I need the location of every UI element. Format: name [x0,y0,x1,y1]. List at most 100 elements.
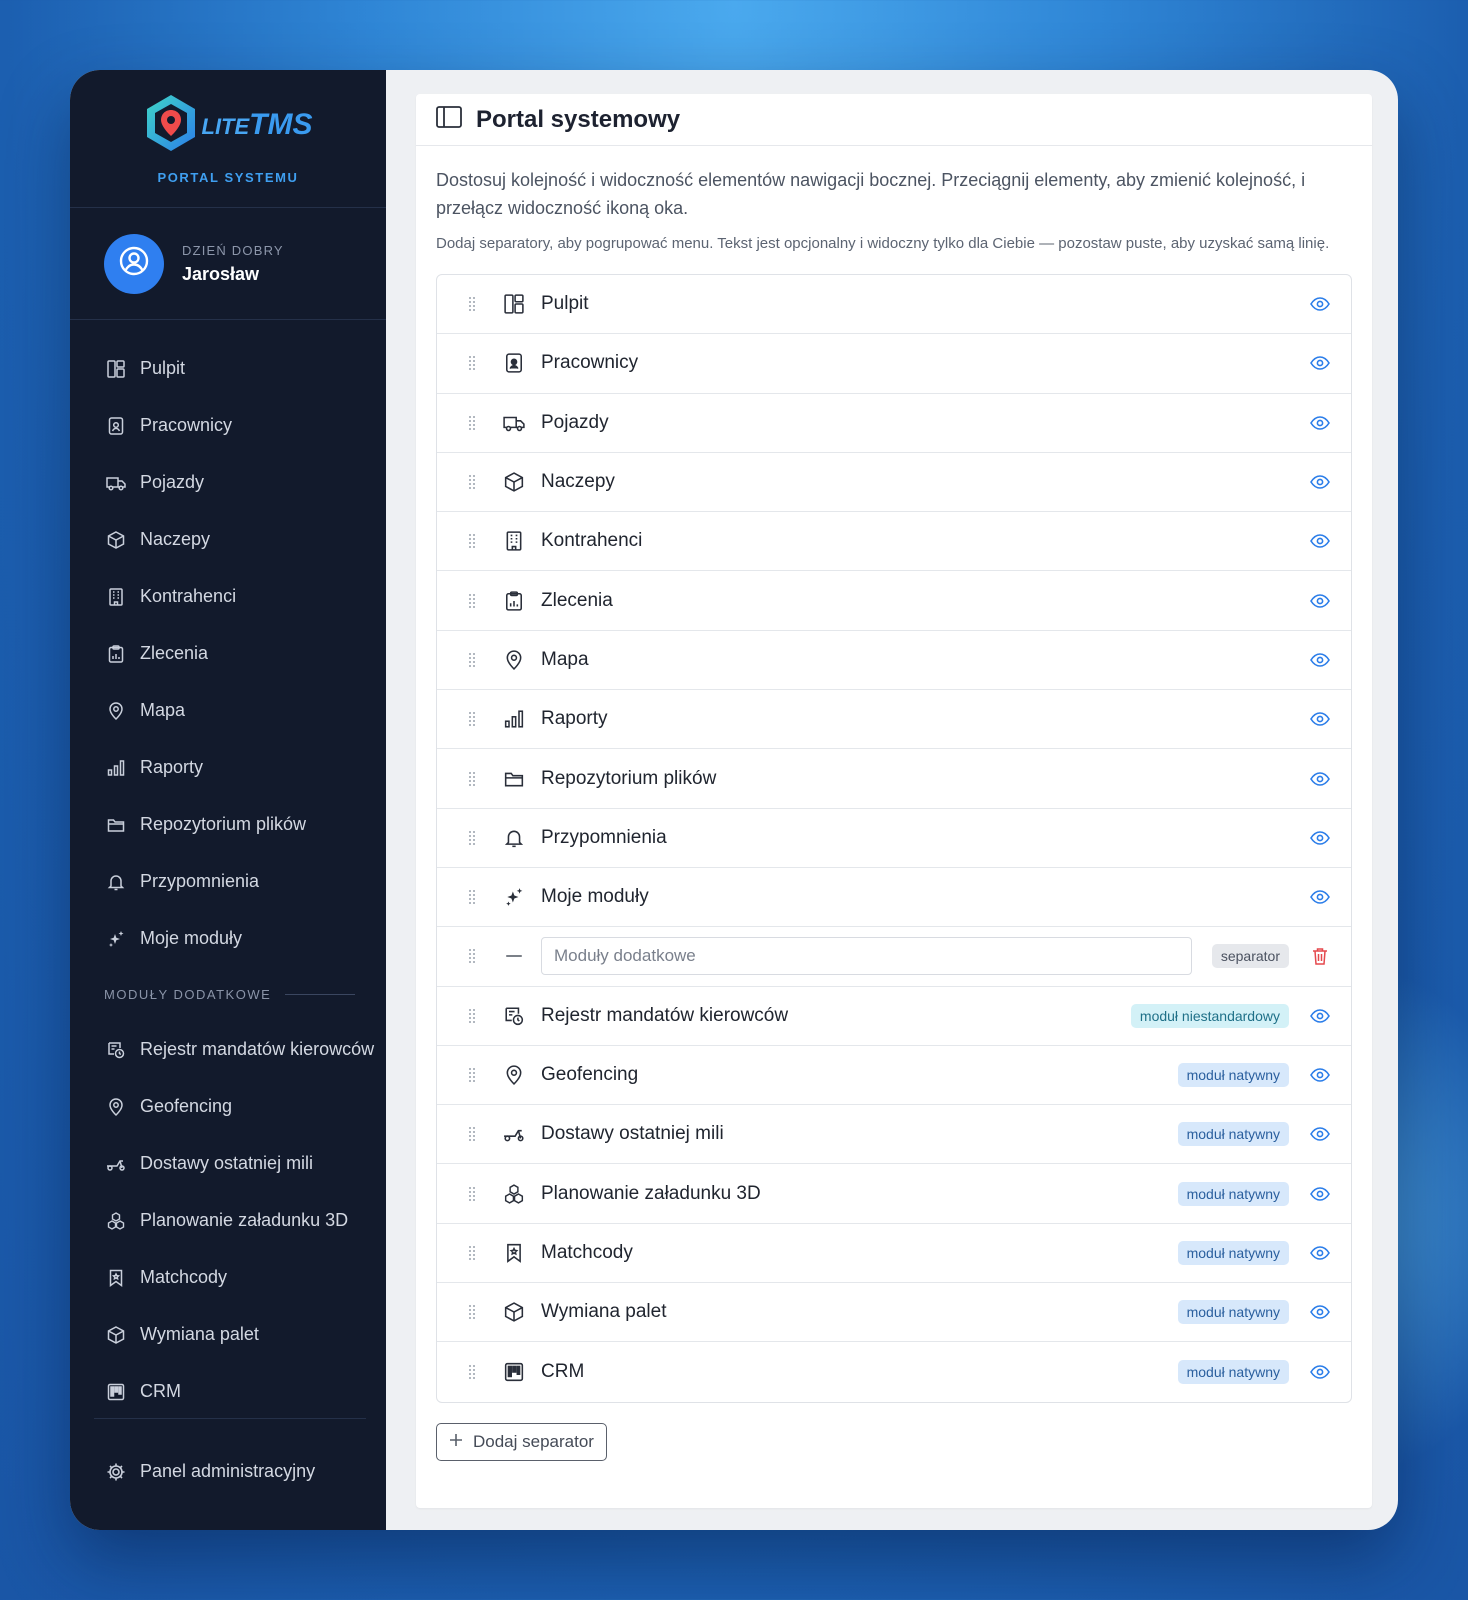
sidebar-item-wymiana-palet[interactable]: Wymiana palet [70,1306,386,1363]
sidebar-item-crm[interactable]: CRM [70,1363,386,1420]
eye-icon[interactable] [1309,1305,1331,1319]
list-item[interactable]: Wymiana palet moduł natywny [437,1283,1351,1343]
drag-handle-icon[interactable] [465,355,479,371]
module-type-badge: moduł niestandardowy [1130,1003,1289,1028]
drag-handle-icon[interactable] [465,771,479,787]
sidebar-item-moje-moduly[interactable]: Moje moduły [70,910,386,967]
list-item[interactable]: Planowanie załadunku 3D moduł natywny [437,1164,1351,1224]
list-item-label: CRM [541,1360,585,1382]
building-icon [106,587,126,607]
list-item-label: Repozytorium plików [541,767,717,789]
avatar[interactable] [104,233,164,294]
sidebar-item-geofencing[interactable]: Geofencing [70,1078,386,1135]
brand: LITETMS PORTAL SYSTEMU [70,70,386,208]
sidebar-item-label: Rejestr mandatów kierowców [140,1039,375,1059]
sidebar-item-raporty[interactable]: Raporty [70,739,386,796]
sidebar-item-planowanie[interactable]: Planowanie załadunku 3D [70,1192,386,1249]
trash-icon[interactable] [1309,947,1331,966]
list-item[interactable]: Raporty [437,690,1351,750]
eye-icon[interactable] [1309,1068,1331,1082]
eye-icon[interactable] [1309,1186,1331,1201]
list-item[interactable]: Moje moduły [437,868,1351,928]
drag-handle-icon[interactable] [465,474,479,490]
eye-icon[interactable] [1309,356,1331,371]
eye-icon[interactable] [1309,1127,1331,1142]
eye-icon[interactable] [1309,297,1331,311]
list-item[interactable]: Zlecenia [437,571,1351,631]
eye-icon[interactable] [1309,1365,1331,1379]
drag-handle-icon[interactable] [465,1186,479,1202]
list-item[interactable]: Geofencing moduł natywny [437,1046,1351,1106]
nav-order-list: Pulpit Pracownicy Pojazdy Naczepy Kontrahenc… [436,274,1352,1403]
eye-icon[interactable] [1309,1246,1331,1260]
list-item[interactable]: Pracownicy [437,334,1351,394]
drag-handle-icon[interactable] [465,296,479,312]
drag-handle-icon[interactable] [465,1245,479,1261]
main-area: Portal systemowy Dostosuj kolejność i wi… [386,70,1398,1530]
eye-icon[interactable] [1309,475,1331,489]
drag-handle-icon[interactable] [465,593,479,609]
list-item-label: Rejestr mandatów kierowców [541,1004,789,1026]
eye-icon[interactable] [1309,890,1331,904]
eye-icon[interactable] [1309,831,1331,845]
sidebar-item-repozytorium[interactable]: Repozytorium plików [70,796,386,853]
list-item-label: Zlecenia [541,589,613,611]
drag-handle-icon[interactable] [465,948,479,964]
sidebar-item-mapa[interactable]: Mapa [70,682,386,739]
list-item[interactable]: Przypomnienia [437,809,1351,868]
add-separator-button[interactable]: Dodaj separator [436,1422,607,1461]
scooter-icon [501,1124,527,1144]
list-item-label: Planowanie załadunku 3D [541,1182,761,1204]
drag-handle-icon[interactable] [465,1364,479,1380]
drag-handle-icon[interactable] [465,1067,479,1083]
drag-handle-icon[interactable] [465,1126,479,1142]
list-item[interactable]: Pulpit [437,275,1351,335]
sidebar-item-panel-admin[interactable]: Panel administracyjny [94,1443,366,1500]
sidebar-item-pulpit[interactable]: Pulpit [70,340,386,397]
sidebar-item-rejestr-mandatow[interactable]: Rejestr mandatów kierowców [70,1021,386,1078]
list-item[interactable]: Naczepy [437,453,1351,513]
eye-icon[interactable] [1309,593,1331,608]
eye-icon[interactable] [1309,653,1331,667]
logo-prefix: LITE [201,114,250,139]
drag-handle-icon[interactable] [465,652,479,668]
list-item[interactable]: Repozytorium plików [437,749,1351,809]
sidebar-item-przypomnienia[interactable]: Przypomnienia [70,853,386,910]
drag-handle-icon[interactable] [465,711,479,727]
list-item[interactable]: Rejestr mandatów kierowców moduł niestand… [437,987,1351,1046]
section-divider [285,993,356,995]
drag-handle-icon[interactable] [465,415,479,431]
sidebar-item-label: Mapa [140,700,186,720]
sidebar-section-header: MODUŁY DODATKOWE [70,967,386,1021]
drag-handle-icon[interactable] [465,1304,479,1320]
eye-icon[interactable] [1309,534,1331,549]
eye-icon[interactable] [1309,771,1331,786]
list-item[interactable]: Kontrahenci [437,512,1351,572]
eye-icon[interactable] [1309,1008,1331,1023]
logo[interactable]: LITETMS [144,93,313,158]
drag-handle-icon[interactable] [465,1008,479,1024]
boxes-icon [501,1183,527,1204]
sidebar-item-pojazdy[interactable]: Pojazdy [70,454,386,511]
list-item[interactable]: Dostawy ostatniej mili moduł natywny [437,1105,1351,1165]
eye-icon[interactable] [1309,415,1331,430]
drag-handle-icon[interactable] [465,889,479,905]
list-item[interactable]: Pojazdy [437,394,1351,453]
sidebar-item-matchcody[interactable]: Matchcody [70,1249,386,1306]
list-item[interactable]: CRM moduł natywny [437,1342,1351,1401]
separator-row[interactable]: separator [437,927,1351,987]
sidebar-item-kontrahenci[interactable]: Kontrahenci [70,568,386,625]
list-item-label: Kontrahenci [541,530,643,552]
sidebar-toggle-icon[interactable] [436,106,462,133]
sidebar-item-naczepy[interactable]: Naczepy [70,511,386,568]
list-item[interactable]: Matchcody moduł natywny [437,1224,1351,1284]
sidebar-item-pracownicy[interactable]: Pracownicy [70,397,386,454]
bar-chart-icon [106,758,126,778]
eye-icon[interactable] [1309,712,1331,727]
sidebar-item-zlecenia[interactable]: Zlecenia [70,625,386,682]
list-item[interactable]: Mapa [437,631,1351,691]
sidebar-item-dostawy[interactable]: Dostawy ostatniej mili [70,1135,386,1192]
separator-label-input[interactable] [541,937,1192,976]
drag-handle-icon[interactable] [465,830,479,846]
drag-handle-icon[interactable] [465,533,479,549]
